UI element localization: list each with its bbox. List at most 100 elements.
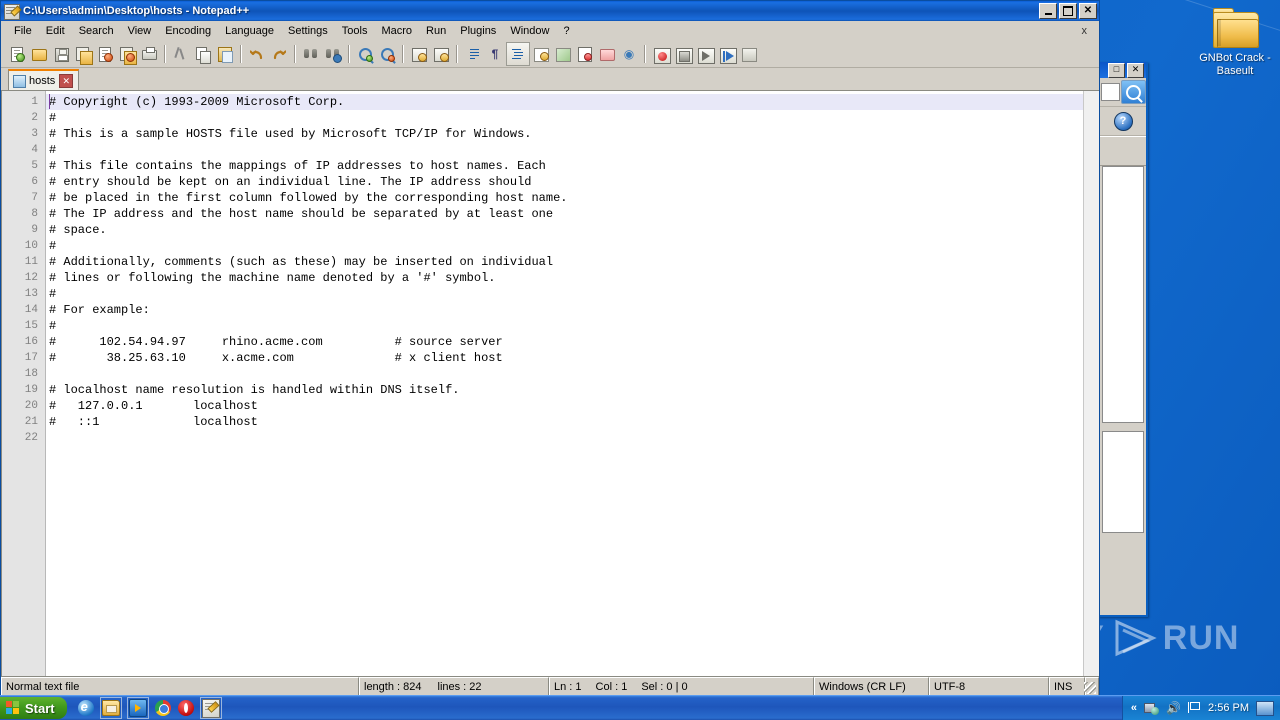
code-line[interactable]: #: [46, 238, 1083, 254]
undo-icon[interactable]: [246, 43, 268, 65]
monitoring-icon[interactable]: ◉: [618, 43, 640, 65]
menu-item-window[interactable]: Window: [503, 23, 556, 39]
background-window[interactable]: □ ✕ ?: [1098, 62, 1148, 617]
code-line[interactable]: # Copyright (c) 1993-2009 Microsoft Corp…: [46, 94, 1083, 110]
internet-explorer-icon[interactable]: [77, 699, 95, 717]
background-close-button[interactable]: ✕: [1127, 62, 1144, 78]
network-icon[interactable]: [1144, 701, 1160, 715]
code-line[interactable]: #: [46, 142, 1083, 158]
code-line[interactable]: # The IP address and the host name shoul…: [46, 206, 1083, 222]
background-search-input[interactable]: [1101, 83, 1121, 101]
show-all-characters-icon[interactable]: ¶: [484, 43, 506, 65]
cut-icon[interactable]: [170, 43, 192, 65]
code-line[interactable]: # space.: [46, 222, 1083, 238]
code-line[interactable]: # This file contains the mappings of IP …: [46, 158, 1083, 174]
close-all-files-icon[interactable]: [116, 43, 138, 65]
menu-item-view[interactable]: View: [121, 23, 159, 39]
start-record-macro-icon[interactable]: [650, 43, 672, 65]
windows-media-player-icon[interactable]: [126, 697, 149, 719]
code-line[interactable]: # be placed in the first column followed…: [46, 190, 1083, 206]
code-line[interactable]: # localhost name resolution is handled w…: [46, 382, 1083, 398]
folder-as-workspace-icon[interactable]: [596, 43, 618, 65]
code-text-area[interactable]: # Copyright (c) 1993-2009 Microsoft Corp…: [46, 91, 1083, 676]
minimize-button[interactable]: [1039, 3, 1057, 19]
help-icon[interactable]: ?: [1113, 111, 1133, 131]
print-icon[interactable]: [138, 43, 160, 65]
redo-icon[interactable]: [268, 43, 290, 65]
code-line[interactable]: #: [46, 110, 1083, 126]
close-button[interactable]: ✕: [1079, 3, 1097, 19]
menu-item-encoding[interactable]: Encoding: [158, 23, 218, 39]
volume-icon[interactable]: 🔊: [1166, 701, 1181, 715]
menu-item-file[interactable]: File: [7, 23, 39, 39]
new-file-icon[interactable]: [6, 43, 28, 65]
indent-guide-icon[interactable]: [506, 42, 530, 66]
code-line[interactable]: [46, 430, 1083, 446]
document-tab-hosts[interactable]: hosts ✕: [8, 69, 80, 90]
stop-record-macro-icon[interactable]: [672, 43, 694, 65]
vertical-scrollbar[interactable]: [1083, 91, 1099, 676]
copy-icon[interactable]: [192, 43, 214, 65]
menu-item-macro[interactable]: Macro: [374, 23, 419, 39]
code-line[interactable]: # 38.25.63.10 x.acme.com # x client host: [46, 350, 1083, 366]
window-titlebar[interactable]: C:\Users\admin\Desktop\hosts - Notepad++…: [1, 1, 1099, 21]
replace-icon[interactable]: [322, 43, 344, 65]
flag-icon[interactable]: [1187, 701, 1201, 715]
show-desktop-icon[interactable]: [1256, 700, 1274, 716]
code-line[interactable]: # ::1 localhost: [46, 414, 1083, 430]
run-macro-multiple-icon[interactable]: [716, 43, 738, 65]
chevron-expand-icon[interactable]: «: [1131, 702, 1137, 714]
code-line[interactable]: # This is a sample HOSTS file used by Mi…: [46, 126, 1083, 142]
start-button[interactable]: Start: [0, 697, 67, 719]
background-maximize-button[interactable]: □: [1108, 62, 1125, 78]
taskbar[interactable]: Start « 🔊 2:56 PM: [0, 695, 1280, 720]
user-defined-dialog-icon[interactable]: [530, 43, 552, 65]
menu-item-language[interactable]: Language: [218, 23, 281, 39]
save-macro-icon[interactable]: [738, 43, 760, 65]
save-all-icon[interactable]: [72, 43, 94, 65]
code-line[interactable]: # lines or following the machine name de…: [46, 270, 1083, 286]
windows-explorer-icon[interactable]: [99, 697, 122, 719]
desktop-icon-gnbot-crack[interactable]: GNBot Crack - Baseult: [1192, 8, 1278, 78]
code-line[interactable]: # For example:: [46, 302, 1083, 318]
toolbar[interactable]: ¶ ◉: [1, 41, 1099, 68]
menu-item-run[interactable]: Run: [419, 23, 453, 39]
background-window-titlebar[interactable]: □ ✕: [1100, 62, 1146, 78]
notepad-plus-plus-taskbar-icon[interactable]: [199, 697, 222, 719]
notepad-plus-plus-window[interactable]: C:\Users\admin\Desktop\hosts - Notepad++…: [0, 0, 1100, 698]
quick-launch-bar[interactable]: [67, 697, 228, 719]
menu-item-search[interactable]: Search: [72, 23, 121, 39]
menu-item-settings[interactable]: Settings: [281, 23, 335, 39]
show-document-map-icon[interactable]: [552, 43, 574, 65]
sync-vertical-scrolling-icon[interactable]: [408, 43, 430, 65]
chrome-icon[interactable]: [154, 699, 172, 717]
code-line[interactable]: #: [46, 286, 1083, 302]
code-line[interactable]: # 102.54.94.97 rhino.acme.com # source s…: [46, 334, 1083, 350]
function-list-icon[interactable]: [574, 43, 596, 65]
paste-icon[interactable]: [214, 43, 236, 65]
window-resize-grip[interactable]: [1084, 677, 1099, 697]
menu-item-tools[interactable]: Tools: [335, 23, 375, 39]
menu-item-plugins[interactable]: Plugins: [453, 23, 503, 39]
maximize-button[interactable]: [1059, 3, 1077, 19]
playback-macro-icon[interactable]: [694, 43, 716, 65]
taskbar-clock[interactable]: 2:56 PM: [1208, 702, 1249, 714]
system-tray[interactable]: « 🔊 2:56 PM: [1121, 696, 1280, 720]
code-line[interactable]: #: [46, 318, 1083, 334]
code-line[interactable]: # 127.0.0.1 localhost: [46, 398, 1083, 414]
menu-item-help[interactable]: ?: [556, 23, 576, 39]
zoom-in-icon[interactable]: [354, 43, 376, 65]
close-file-icon[interactable]: [94, 43, 116, 65]
menu-bar[interactable]: File Edit Search View Encoding Language …: [1, 21, 1099, 41]
close-document-button[interactable]: x: [1082, 25, 1100, 37]
document-tab-bar[interactable]: hosts ✕: [1, 68, 1099, 90]
open-file-icon[interactable]: [28, 43, 50, 65]
code-line[interactable]: # Additionally, comments (such as these)…: [46, 254, 1083, 270]
menu-item-edit[interactable]: Edit: [39, 23, 72, 39]
opera-icon[interactable]: [177, 699, 195, 717]
document-tab-close-icon[interactable]: ✕: [59, 73, 74, 88]
zoom-out-icon[interactable]: [376, 43, 398, 65]
editor-area[interactable]: 1 2 3 4 5 6 7 8 9 10 11 12 13 14 15 16 17 18 19 20 21 22 # Co…: [1, 90, 1099, 677]
save-icon[interactable]: [50, 43, 72, 65]
code-line[interactable]: [46, 366, 1083, 382]
